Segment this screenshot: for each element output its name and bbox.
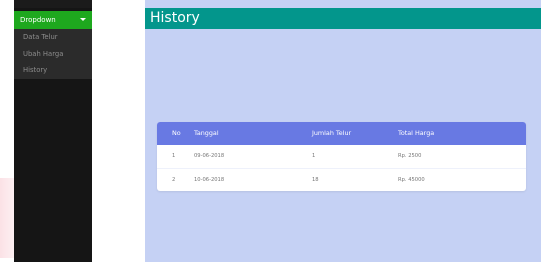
sidebar-item-data-telur[interactable]: Data Telur — [14, 29, 92, 46]
dropdown-toggle[interactable]: Dropdown — [14, 11, 92, 29]
cell-no: 1 — [172, 153, 176, 159]
sidebar-item-ubah-harga[interactable]: Ubah Harga — [14, 46, 92, 63]
table-row: 1 09-06-2018 1 Rp. 2500 — [157, 145, 526, 168]
page-title: History — [150, 10, 200, 26]
table-header: No Tanggal Jumlah Telur Total Harga — [157, 122, 526, 145]
cell-no: 2 — [172, 177, 176, 183]
caret-down-icon — [80, 18, 86, 21]
cell-total-harga: Rp. 2500 — [398, 153, 422, 159]
cell-tanggal: 09-06-2018 — [194, 153, 225, 159]
table-row: 2 10-06-2018 18 Rp. 45000 — [157, 168, 526, 191]
column-header-tanggal: Tanggal — [194, 129, 219, 137]
sidebar: Dropdown Data Telur Ubah Harga History — [14, 0, 92, 262]
column-header-total-harga: Total Harga — [398, 129, 435, 137]
screen: Dropdown Data Telur Ubah Harga History H… — [0, 0, 541, 262]
cell-jumlah-telur: 18 — [312, 177, 319, 183]
column-header-no: No — [172, 129, 181, 137]
sidebar-item-history[interactable]: History — [14, 62, 92, 79]
main-content: History No Tanggal Jumlah Telur Total Ha… — [145, 0, 541, 262]
dropdown-label: Dropdown — [20, 16, 56, 24]
cell-tanggal: 10-06-2018 — [194, 177, 225, 183]
sidebar-top-strip — [14, 0, 92, 8]
cell-jumlah-telur: 1 — [312, 153, 316, 159]
column-header-jumlah-telur: Jumlah Telur — [312, 129, 352, 137]
page-header: History — [145, 8, 541, 29]
background-decoration — [0, 178, 14, 258]
dropdown-menu: Data Telur Ubah Harga History — [14, 29, 92, 79]
cell-total-harga: Rp. 45000 — [398, 177, 425, 183]
history-table: No Tanggal Jumlah Telur Total Harga 1 09… — [157, 122, 526, 191]
